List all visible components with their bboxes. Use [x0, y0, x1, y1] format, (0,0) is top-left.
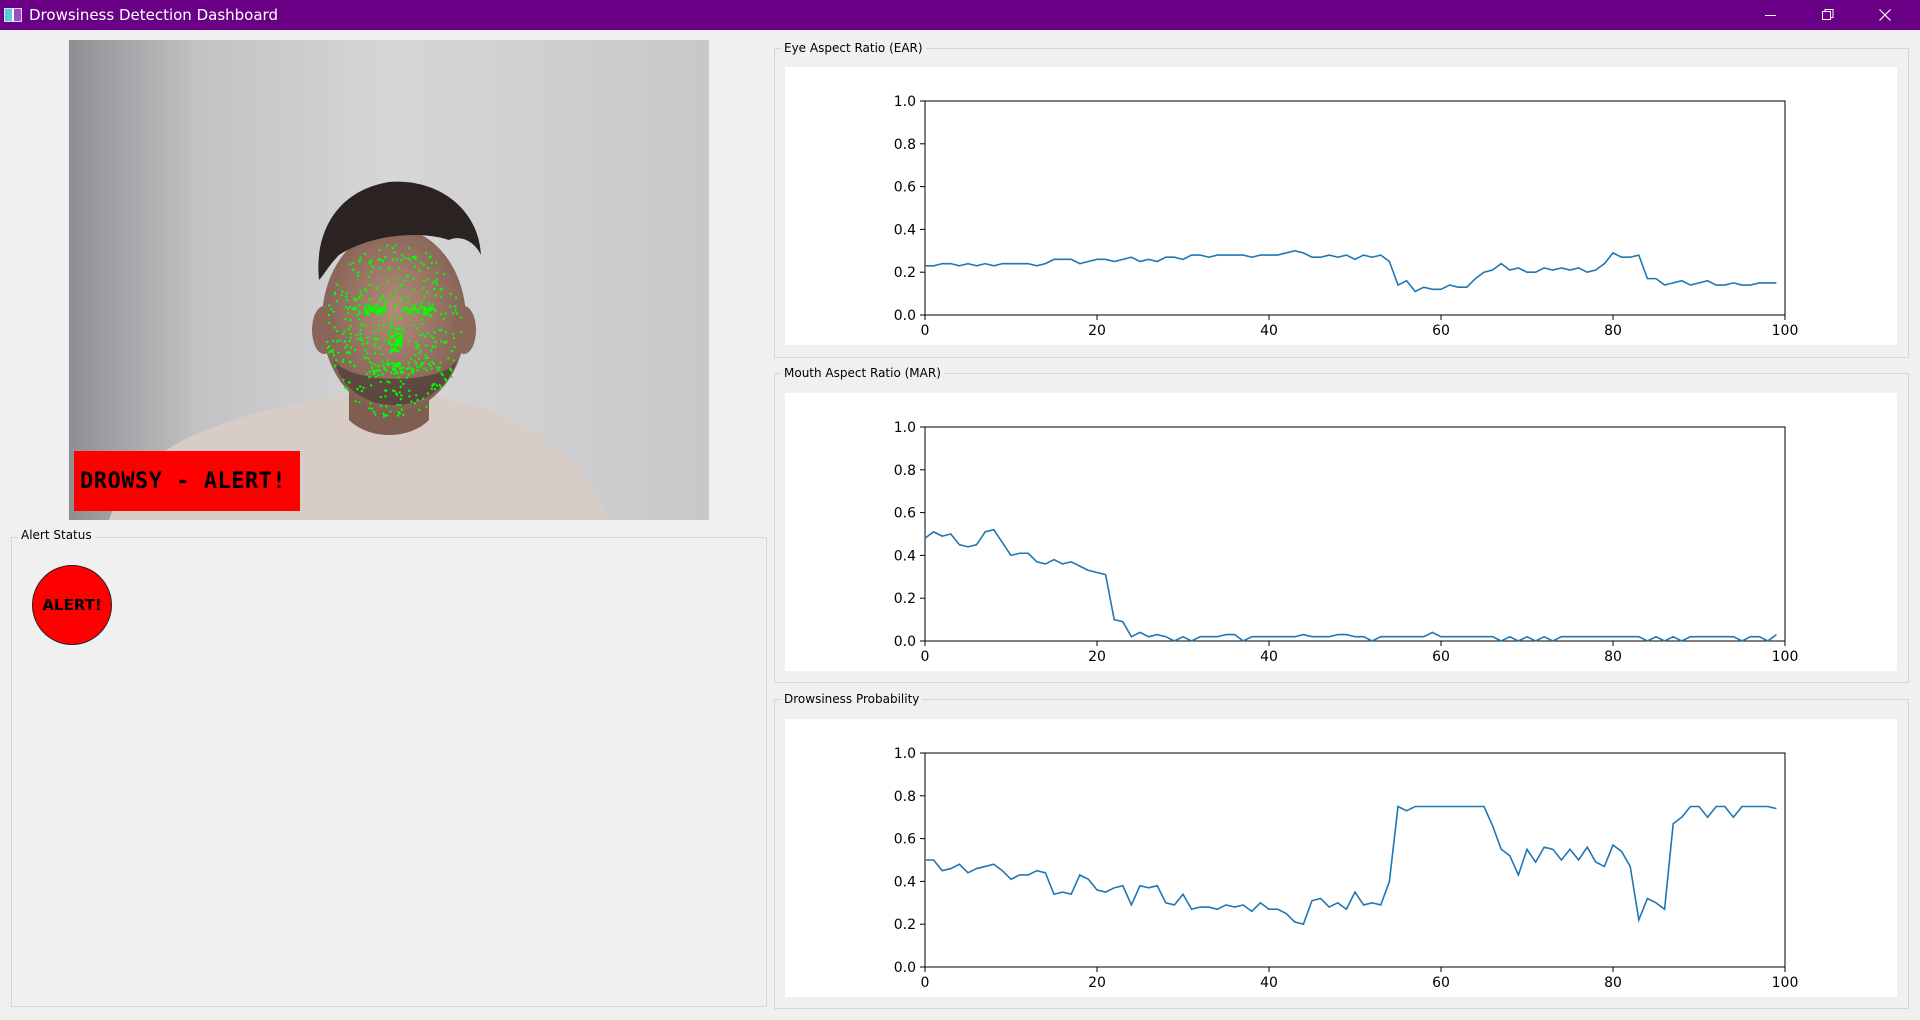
y-tick-label: 0.6 [894, 180, 916, 196]
y-tick-label: 0.4 [894, 222, 916, 238]
y-tick-label: 0.4 [894, 874, 916, 890]
drowsy-alert-banner: DROWSY - ALERT! [74, 451, 300, 511]
minimize-icon [1765, 15, 1776, 16]
restore-icon [1822, 9, 1834, 20]
y-tick-label: 0.8 [894, 137, 916, 153]
y-tick-label: 0.2 [894, 591, 916, 607]
series-line [925, 805, 1777, 926]
camera-frame [69, 40, 709, 520]
ear-group-title: Eye Aspect Ratio (EAR) [781, 41, 926, 55]
y-tick-label: 1.0 [894, 420, 916, 436]
y-tick-label: 0.0 [894, 308, 916, 324]
mar-group-title: Mouth Aspect Ratio (MAR) [781, 366, 944, 380]
plot-frame [924, 100, 1786, 316]
x-tick-label: 100 [1772, 975, 1799, 991]
y-tick-label: 0.0 [894, 960, 916, 976]
prob-plot: 0 20 40 60 80 100 0.0 0.2 0.4 0.6 0.8 1.0 [785, 719, 1897, 997]
x-tick-label: 40 [1260, 975, 1278, 991]
close-button[interactable] [1857, 0, 1913, 30]
x-tick-label: 0 [921, 323, 930, 339]
y-tick-label: 1.0 [894, 94, 916, 110]
title-bar: Drowsiness Detection Dashboard [0, 0, 1920, 30]
x-tick-label: 60 [1432, 975, 1450, 991]
x-tick-label: 20 [1088, 649, 1106, 665]
series-line [925, 249, 1777, 293]
x-tick-label: 0 [921, 649, 930, 665]
y-tick-label: 0.6 [894, 506, 916, 522]
y-tick-label: 0.8 [894, 789, 916, 805]
y-tick-label: 1.0 [894, 746, 916, 762]
alert-indicator-label: ALERT! [42, 596, 102, 614]
app-icon [4, 8, 22, 22]
series-line [924, 528, 1777, 642]
x-tick-label: 20 [1088, 323, 1106, 339]
x-tick-label: 40 [1260, 323, 1278, 339]
plot-frame [924, 752, 1786, 968]
minimize-button[interactable] [1743, 0, 1799, 30]
x-tick-label: 40 [1260, 649, 1278, 665]
camera-feed: DROWSY - ALERT! [69, 40, 709, 520]
y-tick-label: 0.6 [894, 832, 916, 848]
y-tick-label: 0.4 [894, 548, 916, 564]
alert-status-title: Alert Status [18, 528, 95, 542]
x-tick-label: 0 [921, 975, 930, 991]
x-tick-label: 20 [1088, 975, 1106, 991]
y-tick-label: 0.0 [894, 634, 916, 650]
ear-chart: 0 20 40 60 80 100 0.0 0.2 0.4 0.6 0.8 1.0 [894, 94, 1799, 339]
mar-chart: 0 20 40 60 80 100 0.0 0.2 0.4 0.6 0.8 1.0 [894, 420, 1799, 665]
alert-status-group [11, 537, 767, 1007]
x-tick-label: 100 [1772, 649, 1799, 665]
close-icon [1879, 9, 1891, 21]
x-tick-label: 80 [1604, 975, 1622, 991]
restore-button[interactable] [1800, 0, 1856, 30]
x-tick-label: 60 [1432, 649, 1450, 665]
probability-chart: 0 20 40 60 80 100 0.0 0.2 0.4 0.6 0.8 1.0 [894, 746, 1799, 991]
alert-indicator: ALERT! [32, 565, 112, 645]
plot-frame [924, 426, 1786, 642]
y-tick-label: 0.8 [894, 463, 916, 479]
x-tick-label: 80 [1604, 649, 1622, 665]
mar-plot: 0 20 40 60 80 100 0.0 0.2 0.4 0.6 0.8 1.0 [785, 393, 1897, 671]
x-tick-label: 80 [1604, 323, 1622, 339]
x-tick-label: 100 [1772, 323, 1799, 339]
x-tick-label: 60 [1432, 323, 1450, 339]
y-tick-label: 0.2 [894, 917, 916, 933]
window-title: Drowsiness Detection Dashboard [29, 6, 278, 24]
prob-group-title: Drowsiness Probability [781, 692, 923, 706]
ear-plot: 0 20 40 60 80 100 0.0 0.2 0.4 0.6 0.8 1.0 [785, 67, 1897, 345]
y-tick-label: 0.2 [894, 265, 916, 281]
